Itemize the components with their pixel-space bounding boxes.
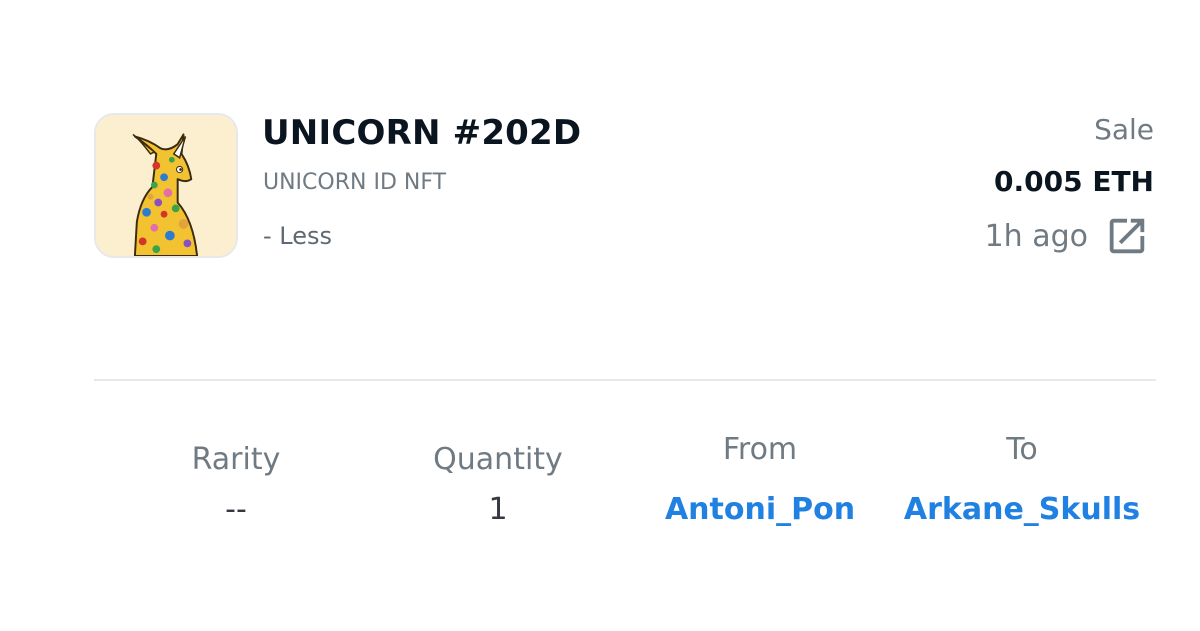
sale-price: 0.005 ETH	[994, 165, 1154, 198]
event-time: 1h ago	[984, 218, 1088, 254]
quantity-value: 1	[488, 492, 508, 527]
time-row: 1h ago	[985, 212, 1150, 260]
rarity-label: Rarity	[191, 442, 281, 477]
to-user-link[interactable]: Arkane_Skulls	[892, 492, 1152, 527]
nft-title[interactable]: UNICORN #202D	[262, 113, 581, 153]
quantity-label: Quantity	[433, 442, 563, 477]
activity-card: UNICORN #202D UNICORN ID NFT - Less Sale…	[0, 0, 1200, 631]
collection-name[interactable]: UNICORN ID NFT	[263, 170, 446, 195]
event-type-label: Sale	[1094, 113, 1154, 146]
nft-thumbnail[interactable]	[94, 113, 238, 258]
less-toggle[interactable]: - Less	[263, 222, 332, 250]
rarity-value: --	[225, 492, 247, 527]
to-label: To	[1006, 432, 1038, 467]
section-divider	[94, 379, 1156, 381]
from-user-link[interactable]: Antoni_Pon	[630, 492, 890, 527]
external-link-icon[interactable]	[1104, 213, 1150, 259]
from-label: From	[722, 432, 798, 467]
unicorn-image	[96, 115, 236, 256]
